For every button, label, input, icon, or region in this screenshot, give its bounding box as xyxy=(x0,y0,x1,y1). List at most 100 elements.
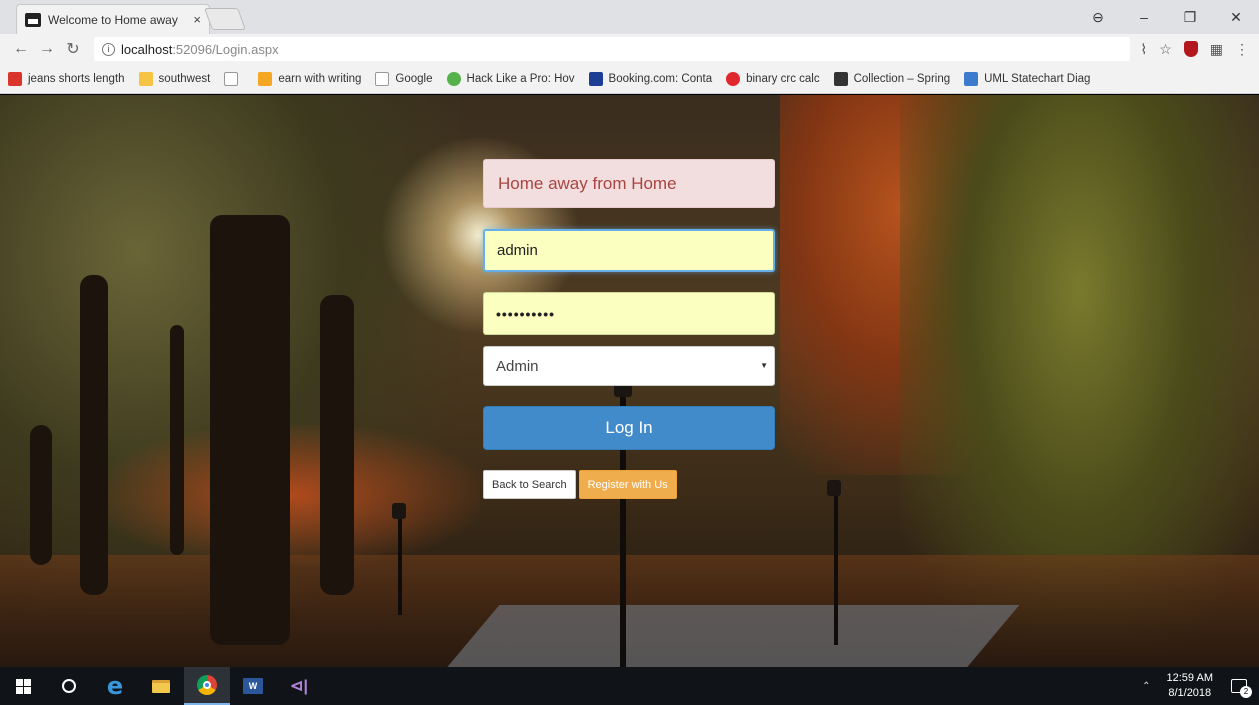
bookmark-label: Collection – Spring xyxy=(853,72,951,85)
bookmark-favicon-icon xyxy=(258,71,273,86)
blank-page-icon xyxy=(224,71,239,86)
url-path: :52096/Login.aspx xyxy=(172,41,279,57)
username-input[interactable] xyxy=(483,229,775,272)
blank-page-icon xyxy=(375,71,390,86)
ublock-extension-icon[interactable] xyxy=(1183,41,1198,57)
back-arrow-icon[interactable]: ← xyxy=(10,40,32,58)
bookmark-favicon-icon xyxy=(833,71,848,86)
foliage-red xyxy=(100,425,480,565)
bookmark-label: Google xyxy=(395,72,433,85)
chevron-down-icon: ▼ xyxy=(760,361,768,370)
word-button[interactable]: W xyxy=(230,667,276,705)
bookmark-label: Booking.com: Conta xyxy=(608,72,713,85)
minimize-button[interactable]: – xyxy=(1121,9,1167,25)
address-bar[interactable]: i localhost:52096/Login.aspx xyxy=(94,37,1131,61)
start-button[interactable] xyxy=(0,667,46,705)
folder-icon xyxy=(152,679,170,693)
windows-logo-icon xyxy=(15,678,31,694)
tree-trunk xyxy=(320,295,354,595)
lamp-head xyxy=(392,503,406,519)
bookmark-favicon-icon xyxy=(8,71,22,86)
lamp-head xyxy=(827,480,841,496)
url-host: localhost xyxy=(121,41,173,57)
visual-studio-icon: ⊲| xyxy=(290,678,308,695)
bookmark-item[interactable]: southwest xyxy=(138,71,211,86)
site-title-banner: Home away from Home xyxy=(483,159,775,208)
file-explorer-button[interactable] xyxy=(138,667,184,705)
bookmark-label: UML Statechart Diag xyxy=(984,72,1091,85)
login-button[interactable]: Log In xyxy=(483,406,775,450)
bookmark-label: southwest xyxy=(158,72,211,85)
bookmark-item[interactable]: UML Statechart Diag xyxy=(964,71,1091,86)
new-tab-button[interactable] xyxy=(203,8,247,30)
bookmark-favicon-icon xyxy=(964,71,979,86)
restore-button[interactable]: ❐ xyxy=(1167,9,1213,26)
tree-trunk xyxy=(30,425,52,565)
bookmark-item[interactable]: Collection – Spring xyxy=(833,71,951,86)
menu-kebab-icon[interactable]: ⋮ xyxy=(1235,41,1249,58)
bookmark-item[interactable]: Hack Like a Pro: Hov xyxy=(446,71,575,86)
chrome-icon xyxy=(197,675,217,695)
word-icon: W xyxy=(243,678,263,694)
cortana-button[interactable] xyxy=(46,667,92,705)
site-info-icon[interactable]: i xyxy=(102,42,115,56)
bookmark-item[interactable]: binary crc calc xyxy=(726,71,820,86)
window-controls: ⊖ – ❐ ✕ xyxy=(1075,0,1259,34)
clock-date: 8/1/2018 xyxy=(1168,687,1212,699)
forward-arrow-icon[interactable]: → xyxy=(36,40,58,58)
bookmarks-bar: jeans shorts length southwest earn with … xyxy=(0,64,1259,94)
role-select[interactable]: Admin ▼ xyxy=(483,346,775,386)
close-window-button[interactable]: ✕ xyxy=(1213,9,1259,26)
page-favicon-icon xyxy=(25,12,41,27)
bookmark-item[interactable]: jeans shorts length xyxy=(8,71,125,86)
windows-taskbar: e W ⊲| ⌃ 12:59 AM 8/1/2018 2 xyxy=(0,667,1259,705)
back-to-search-button[interactable]: Back to Search xyxy=(483,470,576,499)
system-tray: ⌃ 12:59 AM 8/1/2018 2 xyxy=(1142,667,1259,705)
key-icon[interactable]: ⌇ xyxy=(1140,41,1147,58)
bookmark-item[interactable]: Booking.com: Conta xyxy=(588,71,713,86)
bookmark-item[interactable]: Google xyxy=(375,71,433,86)
bookmark-folder-icon xyxy=(138,71,153,86)
register-button[interactable]: Register with Us xyxy=(578,470,677,499)
tree-trunk xyxy=(80,275,108,595)
role-select-value: Admin xyxy=(496,357,539,375)
lamp-post xyxy=(398,515,402,615)
account-icon[interactable]: ⊖ xyxy=(1075,9,1121,26)
chevron-up-icon[interactable]: ⌃ xyxy=(1142,681,1150,692)
cortana-circle-icon xyxy=(62,679,76,693)
lamp-post xyxy=(834,495,838,645)
login-form: Home away from Home Admin ▼ Log In Back … xyxy=(483,159,775,499)
tab-title: Welcome to Home away xyxy=(48,12,178,27)
park-path xyxy=(440,605,1020,667)
browser-toolbar: ← → ↻ i localhost:52096/Login.aspx ⌇ ☆ ▦… xyxy=(0,34,1259,64)
bookmark-item[interactable]: earn with writing xyxy=(258,71,362,86)
bookmark-favicon-icon xyxy=(726,71,741,86)
visual-studio-button[interactable]: ⊲| xyxy=(276,667,322,705)
edge-button[interactable]: e xyxy=(92,667,138,705)
bookmark-item[interactable] xyxy=(224,71,244,86)
star-icon[interactable]: ☆ xyxy=(1159,41,1172,58)
login-page: Home away from Home Admin ▼ Log In Back … xyxy=(0,95,1259,667)
browser-tab[interactable]: Welcome to Home away × xyxy=(16,4,210,34)
tree-trunk xyxy=(210,215,290,645)
chrome-button[interactable] xyxy=(184,667,230,705)
extension-icon[interactable]: ▦ xyxy=(1210,41,1223,58)
bookmark-label: Hack Like a Pro: Hov xyxy=(466,72,575,85)
secondary-actions: Back to Search Register with Us xyxy=(483,470,775,499)
browser-tabstrip: Welcome to Home away × ⊖ – ❐ ✕ xyxy=(0,0,1259,34)
tree-trunk xyxy=(170,325,184,555)
notification-icon[interactable]: 2 xyxy=(1231,679,1252,698)
password-input[interactable] xyxy=(483,292,775,335)
bookmark-favicon-icon xyxy=(446,71,461,86)
tab-close-icon[interactable]: × xyxy=(193,12,201,27)
bookmark-label: earn with writing xyxy=(278,72,362,85)
booking-favicon-icon xyxy=(588,71,603,86)
clock-time: 12:59 AM xyxy=(1166,672,1213,684)
bookmark-label: binary crc calc xyxy=(746,72,820,85)
notification-count: 2 xyxy=(1240,686,1252,698)
reload-icon[interactable]: ↻ xyxy=(62,39,84,59)
edge-icon: e xyxy=(106,672,124,700)
bookmark-label: jeans shorts length xyxy=(28,72,125,85)
toolbar-actions: ⌇ ☆ ▦ ⋮ xyxy=(1140,41,1249,58)
clock[interactable]: 12:59 AM 8/1/2018 xyxy=(1167,671,1213,701)
